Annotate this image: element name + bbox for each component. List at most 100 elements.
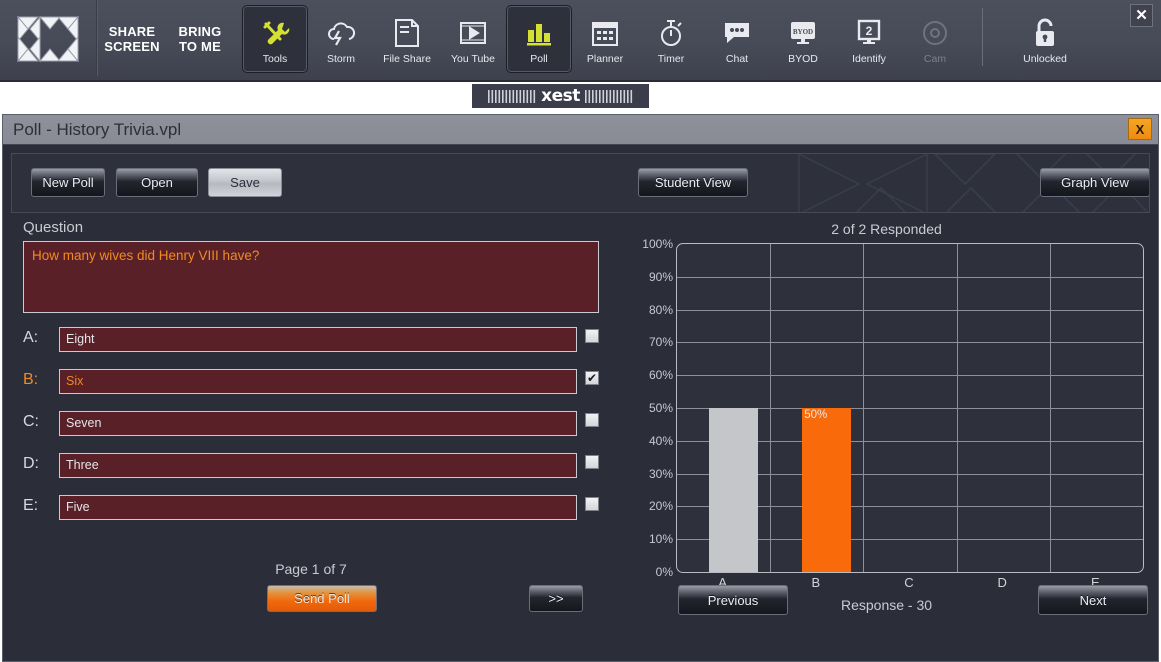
window-title: Poll - History Trivia.vpl [13,119,182,139]
bar-pattern-right [584,89,632,103]
window-close-button[interactable]: X [1128,118,1152,140]
gridline-horizontal [677,375,1143,377]
y-tick-label: 100% [642,237,673,251]
toolbar-button-planner[interactable]: Planner [572,5,638,73]
timer-icon [657,14,685,52]
question-textarea[interactable]: How many wives did Henry VIII have? [23,241,599,313]
results-chart-pane: 2 of 2 Responded 100% 90% 80% 70% 60% 50% 40% 3… [623,219,1150,661]
next-button[interactable]: Next [1038,585,1148,615]
toolbar-label-youtube: You Tube [451,52,495,65]
previous-button[interactable]: Previous [678,585,788,615]
send-poll-button[interactable]: Send Poll [267,585,377,612]
bring-to-me-line2: TO ME [179,39,221,54]
toolbar-label-chat: Chat [725,52,749,65]
answer-input-c[interactable]: Seven [59,411,577,436]
xest-x-logo [0,0,96,78]
toolbar-button-cam[interactable]: Cam [902,5,968,73]
answer-checkbox-b[interactable]: ✔ [585,371,599,385]
gridline-horizontal [677,309,1143,311]
answer-row-a: A: Eight [23,327,599,353]
chat-icon [722,14,752,52]
toolbar-button-tools[interactable]: Tools [242,5,308,73]
student-view-button[interactable]: Student View [638,168,748,197]
answer-checkbox-d[interactable] [585,455,599,469]
poll-window: Poll - History Trivia.vpl X New Poll Ope… [2,114,1159,662]
answer-input-a[interactable]: Eight [59,327,577,352]
tools-icon [260,14,290,52]
x-tick-label: B [811,575,821,590]
y-tick-label: 80% [648,302,673,317]
storm-icon [325,14,357,52]
toolbar-button-poll[interactable]: Poll [506,5,572,73]
bring-to-me-line1: BRING [178,24,222,39]
answer-input-e[interactable]: Five [59,495,577,520]
y-tick-label: 30% [648,466,673,481]
toolbar-button-storm[interactable]: Storm [308,5,374,73]
gridline-vertical [1049,244,1051,572]
y-tick-label: 20% [648,499,673,514]
toolbar-label-storm: Storm [326,52,355,65]
chart-bar-a [709,408,758,572]
answer-checkbox-c[interactable] [585,413,599,427]
answer-row-e: E: Five [23,495,599,521]
open-button[interactable]: Open [116,168,198,197]
gridline-vertical [863,244,865,572]
answer-checkbox-a[interactable] [585,329,599,343]
y-tick-label: 40% [648,433,673,448]
poll-icon [524,14,554,52]
toolbar-button-lock[interactable]: Unlocked [1005,5,1085,73]
close-icon[interactable]: ✕ [1130,4,1153,27]
save-button[interactable]: Save [208,168,282,197]
toolbar-label-cam: Cam [923,52,947,65]
answer-input-d[interactable]: Three [59,453,577,478]
toolbar-button-byod[interactable]: BYOD BYOD [770,5,836,73]
y-tick-label: 0% [655,565,673,579]
toolbar-button-file-share[interactable]: File Share [374,5,440,73]
identify-icon: 2 [854,14,884,52]
question-label: Question [23,219,84,236]
answer-label-e: E: [23,497,39,514]
gridline-horizontal [677,276,1143,278]
answer-row-b: B: Six ✔ [23,369,599,395]
gridline-vertical [770,244,772,572]
cam-icon [920,14,950,52]
svg-text:BYOD: BYOD [793,28,813,36]
answer-row-d: D: Three [23,453,599,479]
unlocked-padlock-icon [1032,14,1058,52]
question-text: How many wives did Henry VIII have? [32,248,260,263]
window-titlebar: Poll - History Trivia.vpl X [3,115,1158,145]
toolbar-label-identify: Identify [852,52,886,65]
toolbar-button-timer[interactable]: Timer [638,5,704,73]
youtube-icon [457,14,489,52]
poll-action-bar: New Poll Open Save Student View Graph Vi… [11,153,1150,213]
bring-to-me-button[interactable]: BRING TO ME [166,0,234,78]
chart-area: 100% 90% 80% 70% 60% 50% 40% 30% 20% 10% 0% 50% AB… [623,219,1150,619]
toolbar-button-youtube[interactable]: You Tube [440,5,506,73]
graph-view-button[interactable]: Graph View [1040,168,1149,197]
toolbar-divider-2 [982,8,983,66]
toolbar-label-poll: Poll [530,52,548,65]
y-tick-label: 90% [648,269,673,284]
y-tick-label: 50% [648,401,673,415]
answer-input-b[interactable]: Six [59,369,577,394]
toolbar-button-chat[interactable]: Chat [704,5,770,73]
gridline-vertical [956,244,958,572]
x-tick-label: D [997,575,1007,590]
answer-checkbox-e[interactable] [585,497,599,511]
y-tick-label: 10% [648,532,673,547]
share-screen-button[interactable]: SHARE SCREEN [98,0,166,78]
y-axis-labels: 100% 90% 80% 70% 60% 50% 40% 30% 20% 10% 0% [623,237,673,579]
page-indicator: Page 1 of 7 [275,561,347,577]
xest-watermark: xest [472,84,649,108]
toolbar-button-identify[interactable]: 2 Identify [836,5,902,73]
answer-label-c: C: [23,413,39,430]
svg-text:2: 2 [866,24,873,38]
y-tick-label: 70% [648,335,673,350]
question-editor-pane: Question How many wives did Henry VIII h… [11,219,623,661]
share-screen-line1: SHARE [108,24,156,39]
bar-pattern-left [488,89,536,103]
toolbar-label-tools: Tools [262,52,288,65]
new-poll-button[interactable]: New Poll [31,168,105,197]
next-page-button[interactable]: >> [529,585,583,612]
x-tick-label: C [904,575,914,590]
